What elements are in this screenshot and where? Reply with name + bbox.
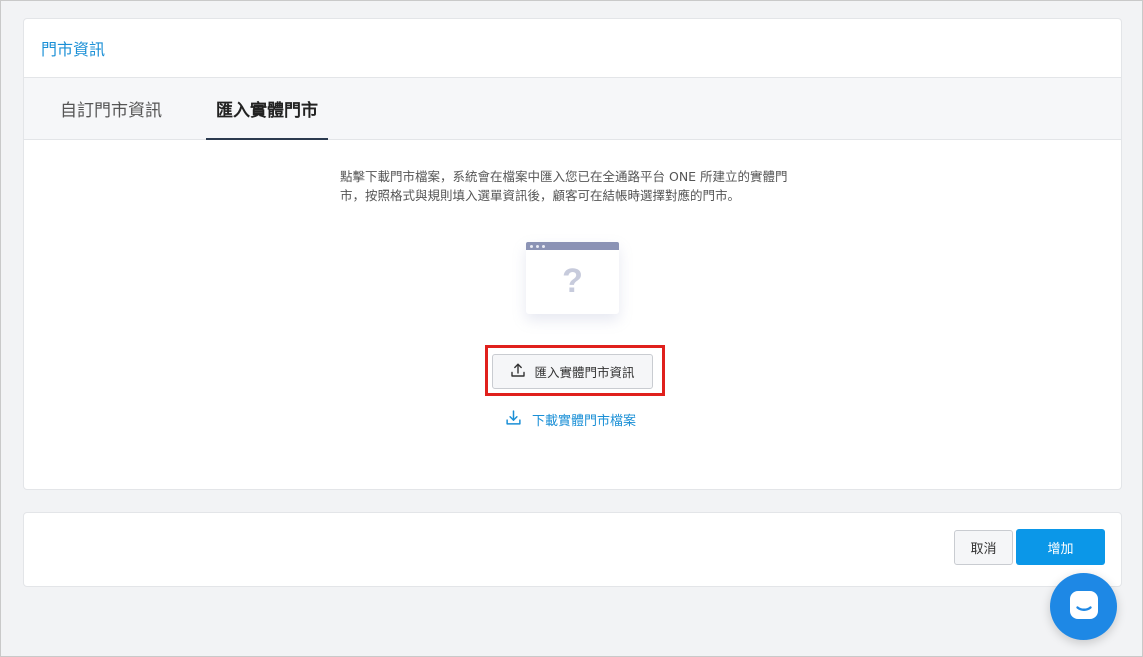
window-dot [530, 244, 533, 248]
import-store-info-button[interactable]: 匯入實體門市資訊 [492, 354, 653, 389]
download-link-label: 下載實體門市檔案 [532, 413, 637, 429]
chat-launcher-button[interactable] [1050, 573, 1117, 640]
download-store-file-link[interactable]: 下載實體門市檔案 [505, 408, 636, 430]
import-button-label: 匯入實體門市資訊 [534, 365, 635, 380]
import-panel: 點擊下載門市檔案，系統會在檔案中匯入您已在全通路平台 ONE 所建立的實體門市，… [24, 140, 1121, 489]
download-icon [505, 409, 522, 430]
empty-state-illustration: ? [526, 242, 619, 314]
action-footer: 取消 增加 [23, 512, 1122, 587]
window-dot [542, 244, 545, 248]
window-dot [536, 244, 539, 248]
chat-icon [1067, 588, 1101, 626]
card-header: 門市資訊 [24, 19, 1121, 78]
cancel-button[interactable]: 取消 [954, 530, 1013, 565]
tab-label: 匯入實體門市 [216, 101, 318, 121]
tab-custom-store-info[interactable]: 自訂門市資訊 [50, 78, 172, 139]
upload-icon [510, 362, 526, 381]
add-button[interactable]: 增加 [1016, 529, 1105, 565]
card-title: 門市資訊 [41, 40, 106, 59]
tab-label: 自訂門市資訊 [60, 101, 162, 121]
tab-bar: 自訂門市資訊 匯入實體門市 [24, 78, 1121, 140]
tab-import-physical-store[interactable]: 匯入實體門市 [206, 78, 328, 140]
illustration-window-bar [526, 242, 619, 250]
import-description: 點擊下載門市檔案，系統會在檔案中匯入您已在全通路平台 ONE 所建立的實體門市，… [340, 169, 788, 203]
store-info-card: 門市資訊 自訂門市資訊 匯入實體門市 點擊下載門市檔案，系統會在檔案中匯入您已在… [23, 18, 1122, 490]
question-mark-icon: ? [562, 262, 583, 300]
